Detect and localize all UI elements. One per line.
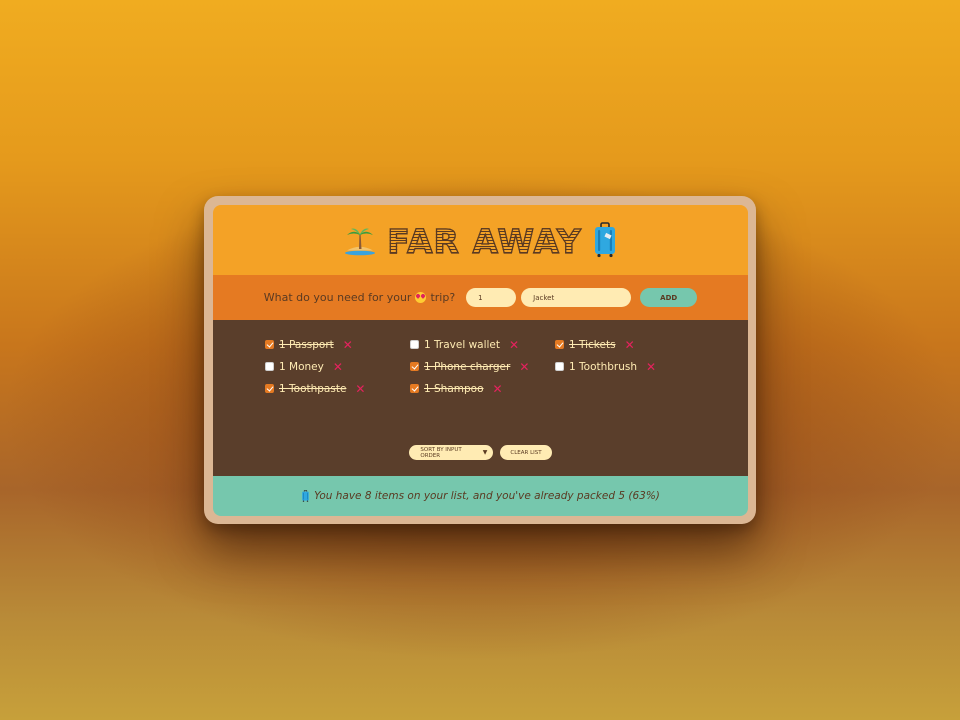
list-item: 1 Toothbrush ✕ (555, 360, 700, 373)
chevron-down-icon: ▼ (482, 449, 488, 456)
packed-checkbox[interactable] (555, 362, 564, 371)
window-frame: FAR AWAY What do you need for your trip? (204, 196, 756, 524)
stats-footer: You have 8 items on your list, and you'v… (213, 476, 748, 516)
packed-checkbox[interactable] (555, 340, 564, 349)
luggage-icon (301, 490, 310, 502)
packed-checkbox[interactable] (410, 362, 419, 371)
list-actions: SORT BY INPUT ORDER ▼ CLEAR LIST (213, 445, 748, 460)
clear-list-button[interactable]: CLEAR LIST (500, 445, 552, 460)
item-label: 1 Phone charger (424, 360, 511, 373)
stats-text: You have 8 items on your list, and you'v… (314, 490, 660, 502)
form-prompt-suffix: trip? (430, 291, 456, 304)
form-prompt-text: What do you need for your (263, 291, 412, 304)
palm-island-icon (343, 223, 377, 257)
list-item: 1 Toothpaste ✕ (265, 382, 410, 395)
quantity-select[interactable]: 1 (466, 288, 517, 307)
delete-item-button[interactable]: ✕ (509, 339, 519, 351)
packing-list: 1 Passport ✕ 1 Travel wallet ✕ 1 Tickets ✕ 1 M… (213, 320, 748, 476)
delete-item-button[interactable]: ✕ (493, 383, 503, 395)
item-label: 1 Passport (279, 338, 334, 351)
app-header: FAR AWAY (213, 205, 748, 275)
sort-select-value: SORT BY INPUT ORDER (420, 446, 462, 459)
item-label: 1 Shampoo (424, 382, 484, 395)
item-label: 1 Travel wallet (424, 338, 501, 351)
item-label: 1 Toothpaste (279, 382, 347, 395)
luggage-icon (592, 222, 618, 258)
item-label: 1 Money (279, 360, 324, 373)
list-item: 1 Phone charger ✕ (410, 360, 555, 373)
delete-item-button[interactable]: ✕ (333, 361, 343, 373)
form-prompt: What do you need for your trip? (264, 291, 455, 304)
list-item: 1 Shampoo ✕ (410, 382, 555, 395)
list-item: 1 Tickets ✕ (555, 338, 700, 351)
packed-checkbox[interactable] (265, 340, 274, 349)
add-item-form: What do you need for your trip? 1 Jacket… (213, 275, 748, 320)
add-button[interactable]: ADD (640, 288, 698, 307)
far-away-app: FAR AWAY What do you need for your trip? (213, 205, 748, 516)
delete-item-button[interactable]: ✕ (355, 383, 365, 395)
packed-checkbox[interactable] (410, 340, 419, 349)
delete-item-button[interactable]: ✕ (646, 361, 656, 373)
list-item: 1 Money ✕ (265, 360, 410, 373)
heart-eyes-icon (415, 292, 427, 303)
delete-item-button[interactable]: ✕ (625, 339, 635, 351)
item-description-input[interactable]: Jacket (521, 288, 632, 307)
list-item: 1 Travel wallet ✕ (410, 338, 555, 351)
sort-select[interactable]: SORT BY INPUT ORDER ▼ (409, 445, 494, 460)
packed-checkbox[interactable] (265, 362, 274, 371)
delete-item-button[interactable]: ✕ (519, 361, 529, 373)
item-label: 1 Toothbrush (569, 360, 638, 373)
packed-checkbox[interactable] (410, 384, 419, 393)
delete-item-button[interactable]: ✕ (343, 339, 353, 351)
item-list: 1 Passport ✕ 1 Travel wallet ✕ 1 Tickets ✕ 1 M… (265, 338, 700, 395)
app-title: FAR AWAY (387, 221, 582, 261)
item-label: 1 Tickets (569, 338, 616, 351)
packed-checkbox[interactable] (265, 384, 274, 393)
list-item: 1 Passport ✕ (265, 338, 410, 351)
